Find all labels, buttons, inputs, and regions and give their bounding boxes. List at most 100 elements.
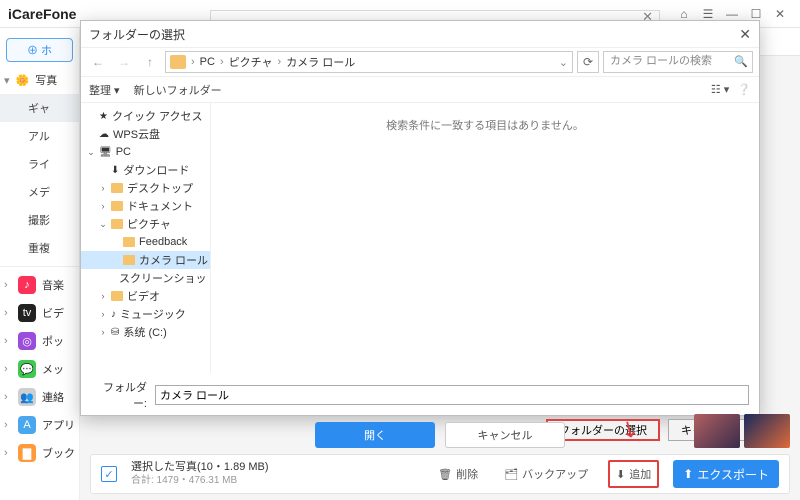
chevron-right-icon: ›	[4, 447, 12, 459]
twist-icon: ›	[99, 201, 107, 211]
sidebar-item[interactable]: メデ	[0, 178, 79, 206]
open-button[interactable]: 開く	[315, 422, 435, 448]
thumbnail[interactable]	[694, 414, 740, 448]
tree-item[interactable]: カメラ ロール	[81, 251, 210, 269]
export-button[interactable]: ⬆エクスポート	[673, 460, 779, 488]
nav-back-icon[interactable]: ←	[87, 51, 109, 73]
folder-icon	[111, 183, 123, 193]
new-folder-button[interactable]: 新しいフォルダー	[134, 82, 222, 98]
twist-icon: ›	[99, 183, 107, 193]
twist-icon: ›	[99, 291, 107, 301]
sidebar-item[interactable]: 撮影	[0, 206, 79, 234]
folder-tree: ★クイック アクセス☁WPS云盘⌄🖥PC⬇ダウンロード›デスクトップ›ドキュメン…	[81, 103, 211, 373]
tree-item[interactable]: ⬇ダウンロード	[81, 161, 210, 179]
folder-dialog: フォルダーの選択 ✕ ← → ↑ ›PC ›ピクチャ ›カメラ ロール ⌄ ⟳ …	[80, 20, 760, 416]
folder-icon	[111, 201, 123, 211]
tree-item[interactable]: スクリーンショット	[81, 269, 210, 287]
folder-icon	[123, 237, 135, 247]
folder-icon	[111, 219, 123, 229]
import-icon: ⬇	[616, 468, 625, 481]
delete-button[interactable]: 🗑削除	[432, 462, 484, 486]
organize-menu[interactable]: 整理 ▾	[89, 82, 120, 98]
tree-item[interactable]: ★クイック アクセス	[81, 107, 210, 125]
tree-item[interactable]: ›デスクトップ	[81, 179, 210, 197]
bottom-area: 開く キャンセル ✓ 選択した写真(10・1.89 MB) 合計: 1479・4…	[90, 422, 790, 494]
select-all-checkbox[interactable]: ✓	[101, 466, 117, 482]
sidebar-category[interactable]: ›Aアプリ	[0, 411, 79, 439]
folder-icon	[123, 255, 135, 265]
empty-message: 検索条件に一致する項目はありません。	[386, 117, 584, 133]
chevron-right-icon: ›	[4, 335, 12, 347]
sidebar-category[interactable]: ›💬メッ	[0, 355, 79, 383]
add-button[interactable]: ⊕ ホ	[6, 38, 73, 62]
thumbnail[interactable]	[744, 414, 790, 448]
dialog-title: フォルダーの選択	[89, 26, 185, 43]
search-input[interactable]: カメラ ロールの検索 🔍	[603, 51, 753, 73]
sidebar-item[interactable]: ライ	[0, 150, 79, 178]
tree-item[interactable]: ›ドキュメント	[81, 197, 210, 215]
dialog-toolbar: 整理 ▾ 新しいフォルダー ☷ ▾ ❔	[81, 77, 759, 103]
sidebar-category[interactable]: ›◎ポッ	[0, 327, 79, 355]
behind-buttons: 開く キャンセル	[90, 422, 790, 448]
chevron-right-icon: ›	[4, 279, 12, 291]
backup-button[interactable]: 🗂バックアップ	[498, 462, 594, 486]
tree-item[interactable]: ›ビデオ	[81, 287, 210, 305]
star-icon: ★	[99, 111, 108, 122]
search-icon: 🔍	[734, 55, 748, 68]
tree-item[interactable]: ⌄ピクチャ	[81, 215, 210, 233]
category-icon: ♪	[18, 276, 36, 294]
chevron-down-icon: ▾	[4, 74, 10, 87]
sidebar: ⊕ ホ ▾ 🌼 写真 ギャアルライメデ撮影重複 ›♪音楽›tvビデ›◎ポッ›💬メ…	[0, 28, 80, 500]
sidebar-category[interactable]: ›♪音楽	[0, 271, 79, 299]
sidebar-category[interactable]: ›tvビデ	[0, 299, 79, 327]
view-options-icon[interactable]: ☷ ▾	[711, 83, 729, 96]
trash-icon: 🗑	[438, 468, 452, 481]
behind-cancel-button[interactable]: キャンセル	[445, 422, 565, 448]
sidebar-item[interactable]: ギャ	[0, 94, 79, 122]
breadcrumb[interactable]: ›PC ›ピクチャ ›カメラ ロール ⌄	[165, 51, 573, 73]
category-icon: ▇	[18, 444, 36, 462]
category-icon: 💬	[18, 360, 36, 378]
folder-contents: 検索条件に一致する項目はありません。	[211, 103, 759, 373]
pc-icon: 🖥	[99, 147, 112, 158]
nav-up-icon[interactable]: ↑	[139, 51, 161, 73]
sidebar-item[interactable]: 重複	[0, 234, 79, 262]
tree-item[interactable]: ›⛁系统 (C:)	[81, 323, 210, 341]
sidebar-item[interactable]: アル	[0, 122, 79, 150]
help-icon[interactable]: ❔	[737, 83, 751, 96]
sidebar-category[interactable]: ›👥連絡	[0, 383, 79, 411]
thumbnails	[694, 414, 790, 448]
twist-icon: ⌄	[99, 219, 107, 230]
tree-item[interactable]: ⌄🖥PC	[81, 143, 210, 161]
close-app-icon[interactable]: ✕	[768, 4, 792, 24]
chevron-down-icon[interactable]: ⌄	[559, 56, 568, 69]
twist-icon: ›	[99, 327, 107, 337]
dialog-close-icon[interactable]: ✕	[739, 26, 751, 43]
chevron-right-icon: ›	[4, 363, 12, 375]
app-name: iCareFone	[8, 6, 76, 22]
dialog-nav: ← → ↑ ›PC ›ピクチャ ›カメラ ロール ⌄ ⟳ カメラ ロールの検索 …	[81, 47, 759, 77]
folder-name-input[interactable]	[155, 385, 749, 405]
add-button-bottom[interactable]: ⬇追加	[608, 460, 659, 488]
folder-field-label: フォルダー:	[91, 379, 147, 411]
sidebar-section-photos[interactable]: ▾ 🌼 写真	[0, 66, 79, 94]
category-icon: ◎	[18, 332, 36, 350]
refresh-icon[interactable]: ⟳	[577, 51, 599, 73]
chevron-right-icon: ›	[4, 419, 12, 431]
tree-item[interactable]: ☁WPS云盘	[81, 125, 210, 143]
tree-item[interactable]: ›♪ミュージック	[81, 305, 210, 323]
folder-icon	[111, 291, 123, 301]
category-icon: 👥	[18, 388, 36, 406]
nav-forward-icon[interactable]: →	[113, 51, 135, 73]
selection-info: 選択した写真(10・1.89 MB) 合計: 1479・476.31 MB	[131, 461, 418, 486]
category-icon: tv	[18, 304, 36, 322]
cloud-icon: ☁	[99, 129, 109, 140]
chevron-right-icon: ›	[4, 307, 12, 319]
photos-icon: 🌼	[16, 74, 30, 87]
sidebar-category[interactable]: ›▇ブック	[0, 439, 79, 467]
tree-item[interactable]: Feedback	[81, 233, 210, 251]
chevron-right-icon: ›	[4, 391, 12, 403]
dialog-header: フォルダーの選択 ✕	[81, 21, 759, 47]
drv-icon: ⛁	[111, 327, 119, 338]
dl-icon: ⬇	[111, 165, 119, 176]
